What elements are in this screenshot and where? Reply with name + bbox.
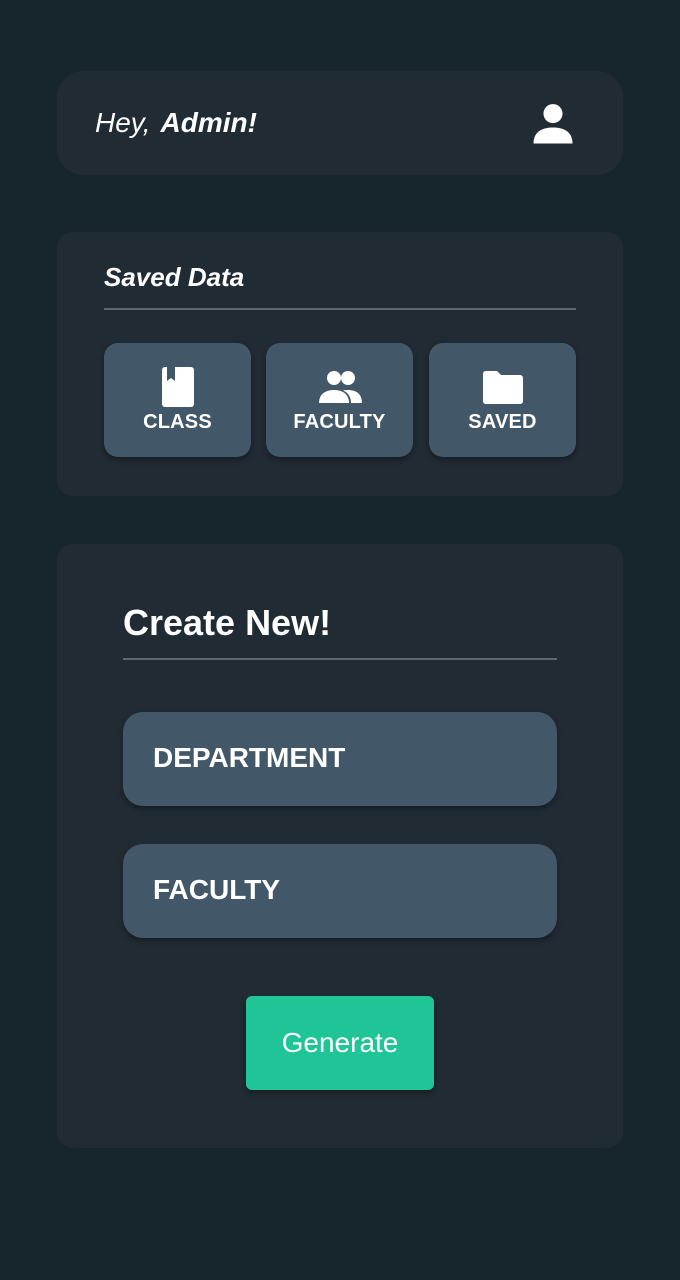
class-tile-label: CLASS	[143, 411, 212, 433]
greeting-prefix: Hey,	[95, 107, 151, 138]
saved-tile-label: SAVED	[468, 411, 537, 433]
department-option-label: DEPARTMENT	[153, 742, 346, 773]
faculty-tile-button[interactable]: FACULTY	[266, 343, 413, 457]
department-option-button[interactable]: DEPARTMENT	[123, 712, 557, 806]
saved-data-title: Saved Data	[104, 262, 245, 292]
faculty-option-label: FACULTY	[153, 874, 281, 905]
generate-button[interactable]: Generate	[246, 996, 434, 1090]
person-icon[interactable]	[527, 98, 579, 150]
class-tile-button[interactable]: CLASS	[104, 343, 251, 457]
create-new-title: Create New!	[123, 602, 332, 643]
greeting-name: Admin!	[160, 107, 257, 138]
faculty-tile-label: FACULTY	[293, 411, 386, 433]
saved-data-card: Saved Data CLASS FACULTY SAVED	[57, 232, 623, 496]
greeting-card: Hey, Admin!	[57, 71, 623, 175]
folder-icon	[480, 365, 526, 409]
faculty-option-button[interactable]: FACULTY	[123, 844, 557, 938]
saved-tile-button[interactable]: SAVED	[429, 343, 576, 457]
book-icon	[155, 365, 201, 409]
create-new-card: Create New! DEPARTMENT FACULTY Generate	[57, 544, 623, 1148]
divider	[123, 658, 557, 660]
greeting-text: Hey, Admin!	[95, 107, 257, 139]
people-icon	[317, 365, 363, 409]
divider	[104, 308, 576, 310]
